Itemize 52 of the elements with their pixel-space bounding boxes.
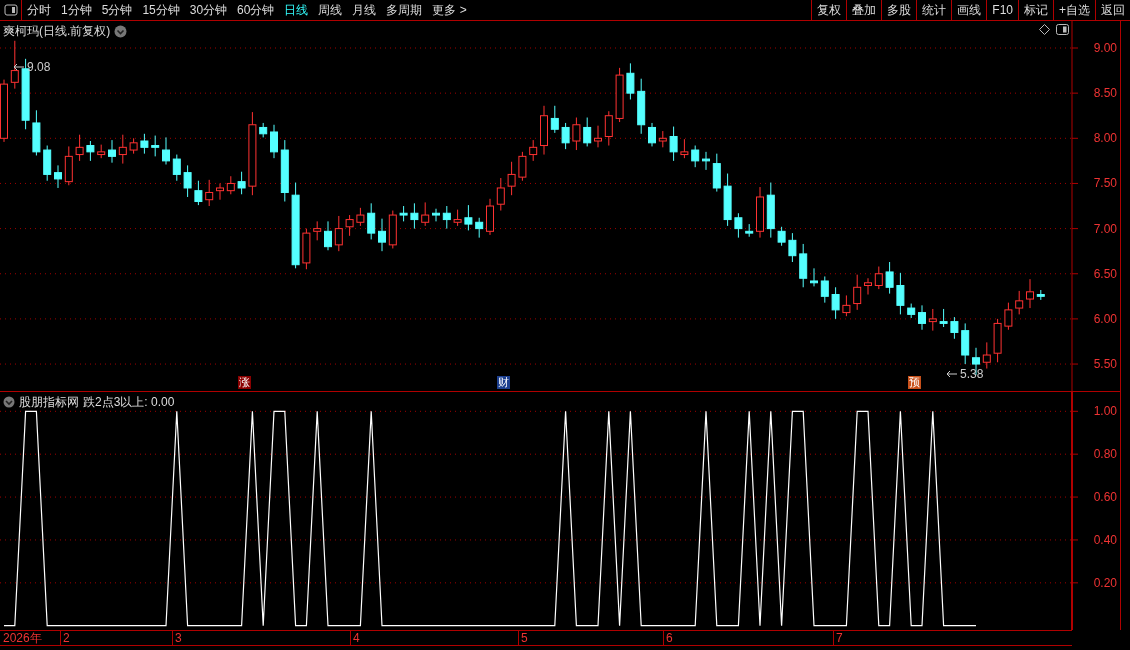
toolbar-button[interactable]: F10 <box>986 0 1018 20</box>
period-tab[interactable]: 15分钟 <box>137 0 185 20</box>
indicator-name: 股朋指标网 <box>19 394 79 411</box>
date-label: 5 <box>518 631 528 646</box>
date-label: 3 <box>172 631 182 646</box>
collapse-icon[interactable] <box>114 24 128 38</box>
date-label: 2026年 <box>2 631 42 646</box>
period-tab[interactable]: 60分钟 <box>232 0 280 20</box>
axis-label: 0.80 <box>1093 447 1117 462</box>
period-tab[interactable]: 周线 <box>313 0 348 20</box>
toolbar-button[interactable]: 画线 <box>951 0 987 20</box>
axis-label: 7.00 <box>1093 221 1117 236</box>
toolbar-button[interactable]: +自选 <box>1053 0 1095 20</box>
axis-label: 8.00 <box>1093 131 1117 146</box>
axis-label: 0.40 <box>1093 532 1117 547</box>
axis-label: 9.00 <box>1093 41 1117 55</box>
axis-label: 1.00 <box>1093 404 1117 419</box>
period-tab[interactable]: 1分钟 <box>56 0 97 20</box>
toolbar-button[interactable]: 统计 <box>916 0 952 20</box>
panel-toggle-icon[interactable] <box>1056 24 1069 35</box>
axis-label: 0.20 <box>1093 575 1117 590</box>
toolbar-button[interactable]: 返回 <box>1095 0 1130 20</box>
period-tab[interactable]: 分时 <box>22 0 56 20</box>
toolbar-button[interactable]: 多股 <box>881 0 917 20</box>
period-tab[interactable]: 5分钟 <box>96 0 138 20</box>
event-marker: 财 <box>497 376 510 389</box>
toolbar-button[interactable]: 叠加 <box>846 0 882 20</box>
axis-label: 0.60 <box>1093 490 1117 505</box>
period-tab[interactable]: 月线 <box>347 0 382 20</box>
period-tab[interactable]: 多周期 <box>381 0 428 20</box>
date-label: 2 <box>60 631 70 646</box>
period-tab[interactable]: 30分钟 <box>184 0 233 20</box>
high-price-label: 9.08 <box>13 60 51 74</box>
date-label: 6 <box>663 631 673 646</box>
diamond-icon[interactable] <box>1039 24 1050 35</box>
axis-label: 5.50 <box>1093 357 1117 372</box>
event-marker: 涨 <box>238 376 251 389</box>
toolbar-button[interactable]: 标记 <box>1018 0 1053 20</box>
toolbar-button[interactable]: 复权 <box>811 0 847 20</box>
period-tab[interactable]: 更多 > <box>427 0 472 20</box>
collapse-icon[interactable] <box>3 396 15 408</box>
event-marker: 预 <box>908 376 921 389</box>
axis-label: 6.50 <box>1093 266 1117 281</box>
chart-title: 爽柯玛(日线.前复权) <box>3 23 111 40</box>
date-label: 4 <box>350 631 360 646</box>
indicator-reading: 跌2点3以上: 0.00 <box>83 394 175 411</box>
axis-label: 8.50 <box>1093 86 1117 101</box>
axis-label: 7.50 <box>1093 176 1117 191</box>
low-price-label: 5.38 <box>946 367 984 381</box>
date-label: 7 <box>833 631 843 646</box>
axis-label: 6.00 <box>1093 311 1117 326</box>
period-tab[interactable]: 日线 <box>279 0 314 20</box>
